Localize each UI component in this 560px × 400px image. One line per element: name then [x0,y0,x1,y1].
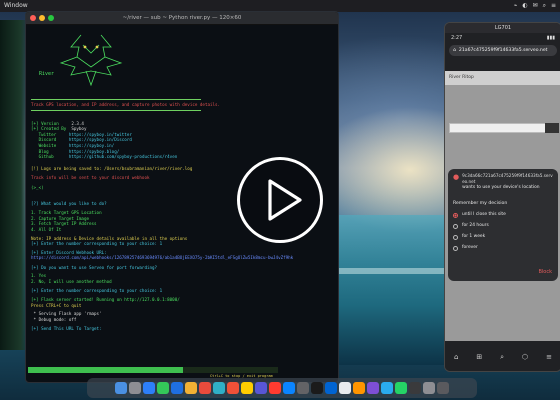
downloads-icon[interactable] [423,382,435,394]
info-key: Blog [31,148,49,154]
remember-label: Remember my decision [453,201,508,206]
wallpaper-wave [330,268,450,274]
radio-selected[interactable] [453,212,458,218]
firefox-icon[interactable] [353,382,365,394]
raven-logo: River [31,27,333,97]
notes-icon[interactable] [241,382,253,394]
terminal-titlebar[interactable]: ~/river — sub ~ Python river.py — 120×60 [26,12,338,25]
info-value: 2.3.4 [71,120,84,126]
vscode-icon[interactable] [325,382,337,394]
battery-icon: ▮▮▮ [546,35,555,41]
menu-icon[interactable]: ≡ [546,353,552,361]
terminal-app-icon[interactable] [311,382,323,394]
url-highlight-fill [28,367,183,373]
mail-icon[interactable]: ✉ [533,0,538,12]
phone-mirror-icon[interactable] [409,382,421,394]
extensions-icon[interactable]: ⬡ [522,353,528,361]
mail-app-icon[interactable] [171,382,183,394]
video-play-button[interactable] [237,157,323,243]
safari-icon[interactable] [143,382,155,394]
info-value[interactable]: https://spyboy.blog/ [69,149,119,154]
terminal-title: ~/river — sub ~ Python river.py — 120×60 [122,15,242,21]
phone-window-title: LG701 [445,23,560,33]
info-value[interactable]: https://spyboy.in/Discord [69,137,132,142]
page-search-button[interactable] [545,123,559,133]
play-icon [268,179,302,221]
web-page[interactable]: River Ritop ● 9c3da66c721a67c475259f9f14… [445,71,560,341]
minimize-button[interactable] [39,15,45,21]
photos-icon[interactable] [199,382,211,394]
facetime-icon[interactable] [213,382,225,394]
home-icon[interactable]: ⌂ [453,45,456,56]
app-store-icon[interactable] [283,382,295,394]
site-label: River Ritop [449,75,474,80]
finder-icon[interactable] [115,382,127,394]
info-key: [+] Created By [31,126,67,132]
reminders-icon[interactable] [255,382,267,394]
info-value[interactable]: https://github.com/spyboy-productions/r4… [69,154,177,159]
info-value: Spyboy [71,126,87,132]
page-search-input[interactable] [449,123,547,133]
block-button[interactable]: Block [538,269,552,275]
radio[interactable] [453,223,458,229]
info-key: Twitter [31,131,57,137]
url-highlight-bar [28,367,278,373]
duration-option-label: for 24 hours [462,223,489,228]
duration-option-label: for 1 week [462,234,486,239]
duration-option-label: forever [462,245,478,250]
duration-option[interactable]: for 24 hours [453,223,553,229]
info-key: [+] Version [31,120,59,126]
messages-icon[interactable] [157,382,169,394]
zoom-button[interactable] [48,15,54,21]
trash-icon[interactable] [437,382,449,394]
browser-url-bar[interactable]: ⌂ 21a67c475259f9f14633fa5.serveo.net [449,45,557,56]
close-button[interactable] [30,15,36,21]
send-url-line: [+] Send This URL To Target: [31,325,102,331]
display-icon[interactable]: ◐ [522,0,527,12]
info-value[interactable]: https://spyboy.in/twitter [69,132,132,137]
maps-icon[interactable] [185,382,197,394]
discord-icon[interactable] [367,382,379,394]
music-icon[interactable] [269,382,281,394]
url-text[interactable]: 21a67c475259f9f14633fa5.serveo.net [459,45,548,56]
whatsapp-icon[interactable] [395,382,407,394]
home-nav-icon[interactable]: ⌂ [454,353,458,361]
info-key: Github [31,154,54,160]
logo-text: River [39,71,54,77]
dock [87,378,477,398]
launchpad-icon[interactable] [129,382,141,394]
control-center-icon[interactable]: ≡ [551,0,556,12]
browser-nav-bar: ⌂ ⊞ ⌕ ⬡ ≡ [445,343,560,371]
info-key: Discord [31,137,57,143]
calendar-icon[interactable] [227,382,239,394]
location-pin-icon: ● [453,173,460,181]
radio[interactable] [453,234,458,240]
webhook-url: https://discord.com/api/webhooks/1267892… [31,255,294,261]
duration-option[interactable]: for 1 week [453,234,553,240]
raven-logo-icon: River [39,34,123,87]
location-permission-dialog[interactable]: ● 9c3da66c721a67c475259f9f14633fa5.serve… [448,169,558,281]
chrome-icon[interactable] [339,382,351,394]
duration-option-label: until I close this site [462,212,506,217]
duration-option[interactable]: forever [453,245,553,251]
info-value[interactable]: https://spyboy.in/ [69,143,114,148]
tabs-icon[interactable]: ⊞ [476,353,482,361]
info-key: Website [31,142,57,148]
phone-mirror-window[interactable]: LG701 2:27 ▮▮▮ ⌂ 21a67c475259f9f14633fa5… [444,22,560,372]
spotlight-icon[interactable]: ⌕ [543,0,546,12]
dialog-request: wants to use your device's location [462,185,540,190]
radio[interactable] [453,245,458,251]
telegram-icon[interactable] [381,382,393,394]
dialog-site: 9c3da66c721a67c475259f9f14633fa5.serveo.… [462,173,553,184]
menu-status-icons: ⌁ ◐ ✉ ⌕ ≡ [514,0,556,12]
phone-status-bar: 2:27 ▮▮▮ [445,33,560,44]
duration-option[interactable]: until I close this site [453,212,553,218]
settings-icon[interactable] [297,382,309,394]
phone-time: 2:27 [451,35,463,41]
page-header: River Ritop [445,71,560,85]
tagline: Track GPS location, and IP address, and … [31,102,221,107]
search-icon[interactable]: ⌕ [500,353,504,362]
wifi-icon[interactable]: ⌁ [514,0,518,12]
menu-app-name[interactable]: Window [4,0,28,12]
